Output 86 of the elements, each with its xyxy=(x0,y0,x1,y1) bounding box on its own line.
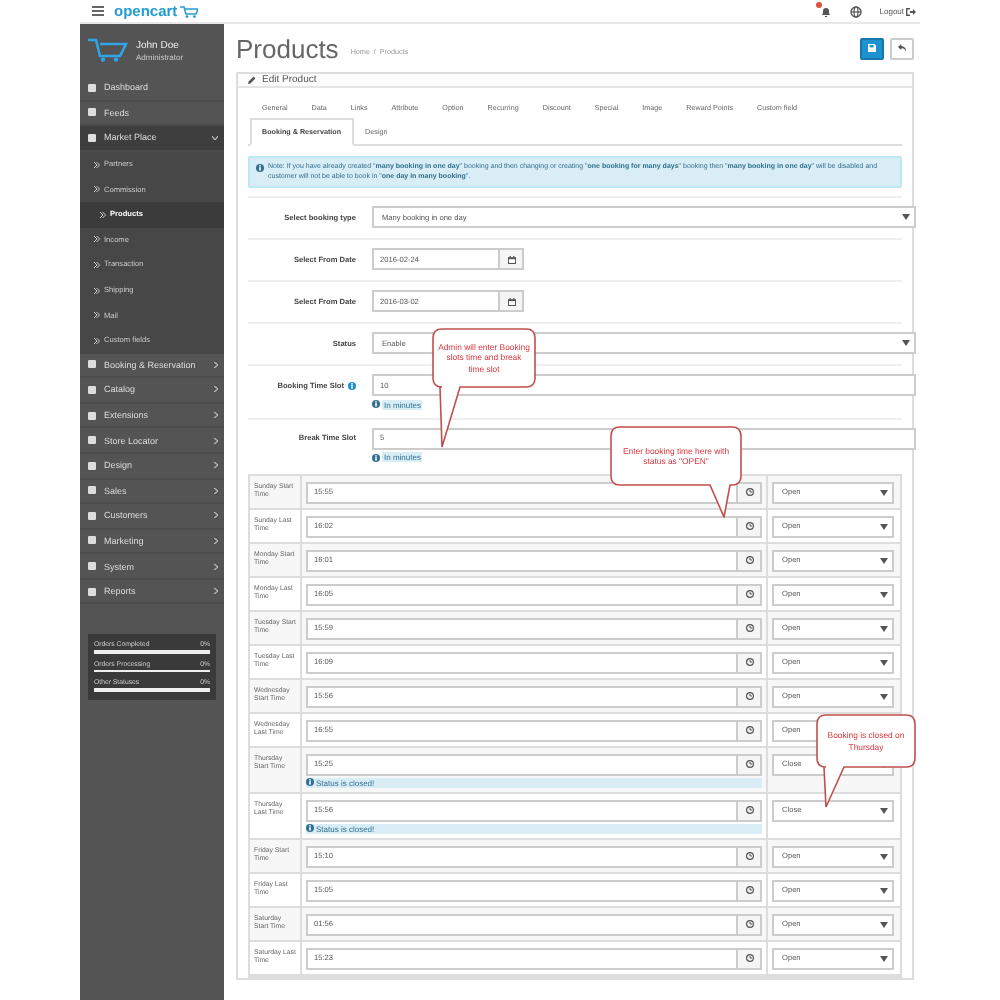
chevron-down-icon xyxy=(212,135,218,140)
time-picker-button[interactable] xyxy=(738,913,762,936)
square-icon xyxy=(88,511,96,520)
caret-icon xyxy=(880,887,888,894)
globe-icon[interactable] xyxy=(849,5,862,17)
clock-icon xyxy=(745,806,753,815)
square-icon xyxy=(88,461,96,470)
caret-icon xyxy=(880,489,888,496)
info-icon xyxy=(372,453,380,462)
exit-icon xyxy=(906,7,916,15)
calendar-icon xyxy=(507,255,515,264)
caret-icon xyxy=(902,340,910,347)
square-icon xyxy=(88,536,96,545)
chevron-right-icon xyxy=(94,236,100,243)
caret-icon xyxy=(902,214,910,221)
square-icon xyxy=(88,133,96,142)
caret-icon xyxy=(880,921,888,928)
clock-icon xyxy=(745,624,753,633)
time-picker-button[interactable] xyxy=(738,515,762,538)
time-picker-button[interactable] xyxy=(738,583,762,606)
clock-icon xyxy=(745,692,753,701)
cart-logo-icon xyxy=(88,38,128,62)
chevron-right-icon xyxy=(94,337,100,344)
chevron-right-icon xyxy=(94,186,100,193)
pencil-icon xyxy=(248,76,256,84)
save-button[interactable] xyxy=(860,37,884,59)
square-icon xyxy=(88,486,96,495)
caret-icon xyxy=(880,693,888,700)
page-title: Products xyxy=(236,33,339,63)
time-picker-button[interactable] xyxy=(738,481,762,504)
square-icon xyxy=(88,436,96,445)
clock-icon xyxy=(745,522,753,531)
calendar-button[interactable] xyxy=(500,290,524,313)
calendar-button[interactable] xyxy=(500,248,524,271)
time-picker-button[interactable] xyxy=(738,947,762,970)
bell-icon[interactable] xyxy=(819,5,832,17)
cart-icon xyxy=(179,5,198,17)
back-button[interactable] xyxy=(890,37,914,59)
square-icon xyxy=(88,108,96,117)
time-picker-button[interactable] xyxy=(738,549,762,572)
chevron-right-icon xyxy=(94,161,100,168)
chevron-right-icon xyxy=(94,287,100,294)
clock-icon xyxy=(745,658,753,667)
info-icon xyxy=(306,824,314,833)
info-icon xyxy=(306,778,314,787)
chevron-right-icon xyxy=(94,261,100,268)
clock-icon xyxy=(745,886,753,895)
chevron-right-icon xyxy=(94,312,100,319)
info-icon xyxy=(372,400,380,409)
help-icon xyxy=(348,381,356,390)
time-picker-button[interactable] xyxy=(738,845,762,868)
caret-icon xyxy=(880,591,888,598)
caret-icon xyxy=(880,523,888,530)
clock-icon xyxy=(745,488,753,497)
clock-icon xyxy=(745,726,753,735)
time-picker-button[interactable] xyxy=(738,685,762,708)
caret-icon xyxy=(880,557,888,564)
calendar-icon xyxy=(507,297,515,306)
clock-icon xyxy=(745,590,753,599)
caret-icon xyxy=(880,659,888,666)
caret-icon xyxy=(880,853,888,860)
clock-icon xyxy=(745,556,753,565)
time-picker-button[interactable] xyxy=(738,753,762,776)
clock-icon xyxy=(745,760,753,769)
caret-icon xyxy=(880,955,888,962)
time-picker-button[interactable] xyxy=(738,651,762,674)
time-picker-button[interactable] xyxy=(738,879,762,902)
square-icon xyxy=(88,587,96,596)
time-picker-button[interactable] xyxy=(738,719,762,742)
chevron-right-icon xyxy=(100,211,106,218)
square-icon xyxy=(88,562,96,571)
caret-icon xyxy=(880,625,888,632)
floppy-icon xyxy=(868,44,876,52)
time-picker-button[interactable] xyxy=(738,799,762,822)
square-icon xyxy=(88,385,96,394)
info-icon xyxy=(256,163,264,171)
square-icon xyxy=(88,83,96,92)
time-picker-button[interactable] xyxy=(738,617,762,640)
square-icon xyxy=(88,411,96,420)
square-icon xyxy=(88,360,96,369)
clock-icon xyxy=(745,920,753,929)
notification-badge xyxy=(815,1,822,7)
menu-icon[interactable] xyxy=(92,6,104,16)
reply-arrow-icon xyxy=(898,44,906,52)
clock-icon xyxy=(745,852,753,861)
clock-icon xyxy=(745,954,753,963)
